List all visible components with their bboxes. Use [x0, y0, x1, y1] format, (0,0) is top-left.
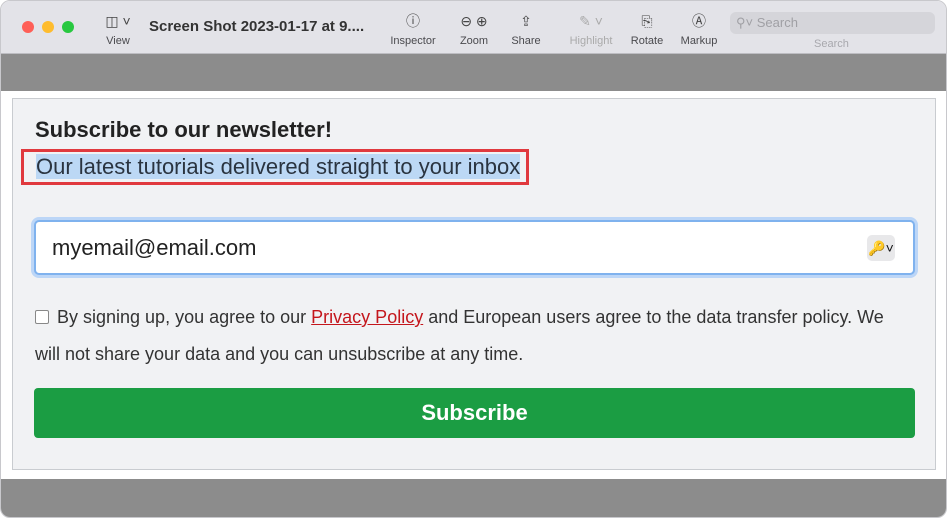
highlighter-icon: ✎ ˅ — [579, 13, 603, 29]
document-background-bottom — [1, 479, 946, 517]
share-button[interactable]: ⇪ Share — [508, 11, 544, 47]
zoom-in-out-icon: ⊖ ⊕ — [460, 13, 488, 29]
newsletter-form: Subscribe to our newsletter! Our latest … — [12, 98, 936, 470]
rotate-icon: ⎘ — [641, 13, 653, 29]
info-icon: ⓘ — [406, 13, 420, 29]
minimize-button[interactable] — [42, 21, 54, 33]
share-icon: ⇪ — [520, 13, 532, 29]
view-button[interactable]: ◫ ˅ View — [101, 11, 135, 47]
document-background — [1, 54, 946, 91]
subscribe-button[interactable]: Subscribe — [34, 388, 915, 438]
privacy-policy-link[interactable]: Privacy Policy — [311, 307, 423, 327]
email-field[interactable]: myemail@email.com 🔑˅ — [34, 220, 915, 275]
markup-button[interactable]: Ⓐ Markup — [677, 11, 721, 47]
close-button[interactable] — [22, 21, 34, 33]
search-input[interactable]: ⚲˅ Search — [730, 12, 935, 34]
search-icon: ⚲˅ — [736, 15, 757, 30]
password-key-icon[interactable]: 🔑˅ — [867, 235, 895, 261]
markup-icon: Ⓐ — [692, 13, 706, 29]
agreement-text: By signing up, you agree to our Privacy … — [35, 307, 884, 364]
search-label: Search — [814, 38, 849, 50]
fullscreen-button[interactable] — [62, 21, 74, 33]
sidebar-icon: ◫ ˅ — [105, 13, 131, 29]
agree-checkbox[interactable] — [35, 310, 49, 324]
window-title: Screen Shot 2023-01-17 at 9.... — [149, 18, 365, 35]
inspector-button[interactable]: ⓘ Inspector — [387, 11, 439, 47]
rotate-button[interactable]: ⎘ Rotate — [627, 11, 667, 47]
toolbar: ◫ ˅ View Screen Shot 2023-01-17 at 9.... … — [1, 1, 946, 54]
form-subheading: Our latest tutorials delivered straight … — [21, 149, 530, 185]
highlight-button[interactable]: ✎ ˅ Highlight — [563, 11, 619, 47]
zoom-button[interactable]: ⊖ ⊕ Zoom — [449, 11, 499, 47]
form-heading: Subscribe to our newsletter! — [35, 117, 333, 142]
preview-window: ◫ ˅ View Screen Shot 2023-01-17 at 9.... … — [0, 0, 947, 518]
